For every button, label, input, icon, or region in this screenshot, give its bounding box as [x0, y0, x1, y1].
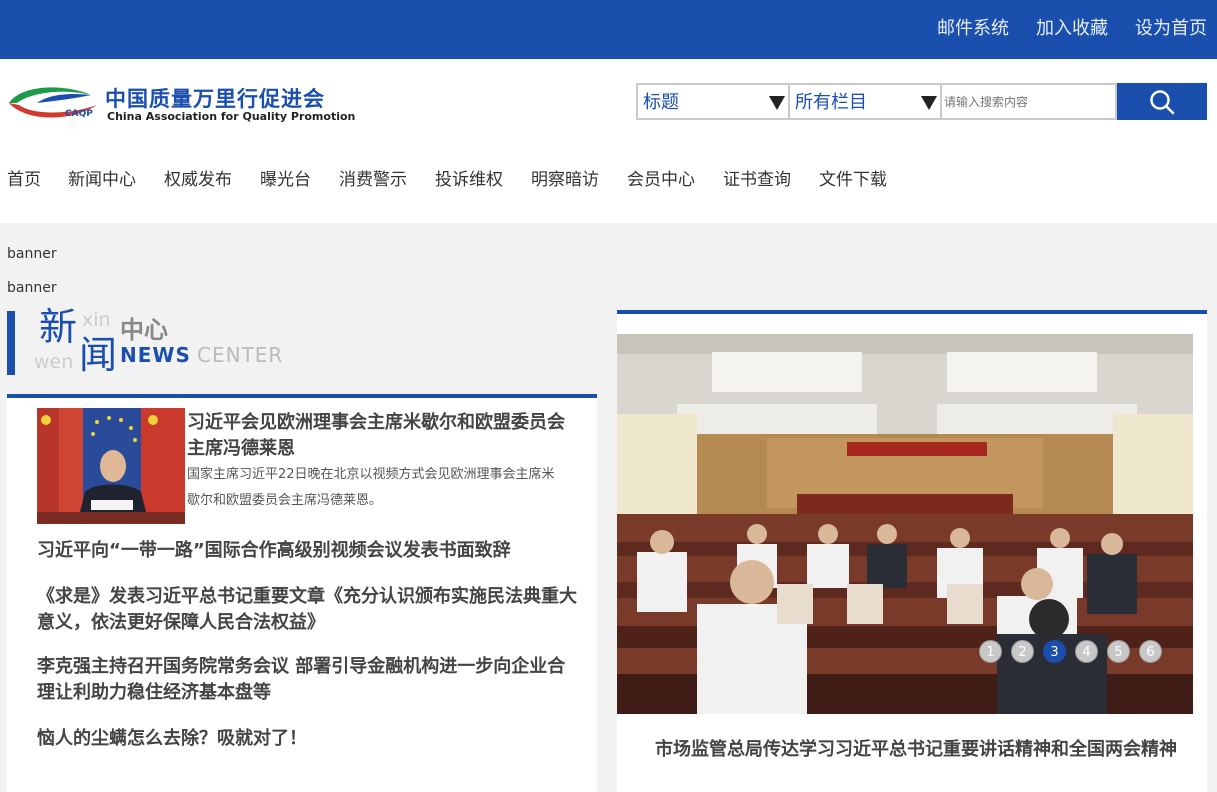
nav-authority[interactable]: 权威发布: [164, 169, 232, 191]
dropdown-arrow-icon: [769, 96, 785, 110]
logo-abbr: CAQP: [65, 109, 93, 119]
search-input[interactable]: [940, 83, 1117, 120]
heading-title-en-news: NEWS: [120, 343, 191, 367]
list-item[interactable]: 习近平向“一带一路”国际合作高级别视频会议发表书面致辞: [37, 538, 577, 564]
nav-news-center[interactable]: 新闻中心: [68, 169, 136, 191]
add-favorite-link[interactable]: 加入收藏: [1036, 17, 1108, 41]
featured-news-title[interactable]: 习近平会见欧洲理事会主席米歇尔和欧盟委员会主席冯德莱恩: [187, 410, 577, 462]
heading-title-en-center: CENTER: [197, 343, 284, 367]
search-field-select[interactable]: 标题: [636, 83, 788, 120]
heading-char-xin: 新: [39, 305, 78, 349]
set-homepage-link[interactable]: 设为首页: [1135, 17, 1207, 41]
featured-news-image[interactable]: [37, 408, 185, 524]
slider-dot-1[interactable]: 1: [979, 640, 1002, 663]
search-button[interactable]: [1117, 83, 1207, 120]
nav-investigation[interactable]: 明察暗访: [531, 169, 599, 191]
slider-pagination: 1 2 3 4 5 6: [979, 640, 1162, 663]
news-list-panel: 习近平会见欧洲理事会主席米歇尔和欧盟委员会主席冯德莱恩 国家主席习近平22日晚在…: [7, 394, 597, 792]
dropdown-arrow-icon: [921, 96, 937, 110]
heading-title-cn: 中心: [120, 316, 168, 344]
slider-caption[interactable]: 市场监管总局传达学习习近平总书记重要讲话精神和全国两会精神: [617, 738, 1193, 762]
logo-name-cn: 中国质量万里行促进会: [105, 87, 325, 111]
header: CAQP 中国质量万里行促进会 China Association for Qu…: [0, 59, 1217, 223]
banner-placeholder: banner: [7, 280, 57, 296]
nav-certificate-query[interactable]: 证书查询: [723, 169, 791, 191]
search-bar: 标题 所有栏目: [636, 83, 1207, 120]
heading-pinyin-wen: wen: [34, 351, 74, 373]
top-bar: 邮件系统 加入收藏 设为首页: [0, 0, 1217, 59]
banner-placeholder: banner: [7, 246, 57, 262]
heading-accent-bar: [7, 311, 15, 375]
search-column-value: 所有栏目: [795, 92, 867, 113]
search-column-select[interactable]: 所有栏目: [788, 83, 940, 120]
main-nav: 首页 新闻中心 权威发布 曝光台 消费警示 投诉维权 明察暗访 会员中心 证书查…: [7, 169, 915, 191]
slider-dot-5[interactable]: 5: [1107, 640, 1130, 663]
news-center-heading: xin wen 新 闻 中心 NEWS CENTER: [7, 305, 307, 377]
search-icon: [1150, 90, 1175, 115]
mail-system-link[interactable]: 邮件系统: [937, 17, 1009, 41]
nav-member-center[interactable]: 会员中心: [627, 169, 695, 191]
search-field-value: 标题: [643, 92, 679, 113]
logo-name-en: China Association for Quality Promotion: [107, 110, 356, 123]
nav-consumer-warning[interactable]: 消费警示: [339, 169, 407, 191]
list-item[interactable]: 《求是》发表习近平总书记重要文章《充分认识颁布实施民法典重大意义，依法更好保障人…: [37, 584, 577, 636]
nav-home[interactable]: 首页: [7, 169, 41, 191]
nav-downloads[interactable]: 文件下载: [819, 169, 887, 191]
list-item[interactable]: 李克强主持召开国务院常务会议 部署引导金融机构进一步向企业合理让利助力稳住经济基…: [37, 654, 577, 706]
featured-photo-icon: [37, 408, 185, 524]
top-links: 邮件系统 加入收藏 设为首页: [937, 17, 1207, 41]
nav-complaints[interactable]: 投诉维权: [435, 169, 503, 191]
slider-dot-3[interactable]: 3: [1043, 640, 1066, 663]
nav-exposure[interactable]: 曝光台: [260, 169, 311, 191]
featured-news-summary: 国家主席习近平22日晚在北京以视频方式会见欧洲理事会主席米歇尔和欧盟委员会主席冯…: [187, 467, 555, 508]
slider-dot-6[interactable]: 6: [1139, 640, 1162, 663]
heading-char-wen: 闻: [79, 333, 118, 377]
photo-slider-panel: 1 2 3 4 5 6 市场监管总局传达学习习近平总书记重要讲话精神和全国两会精…: [617, 310, 1207, 792]
slider-dot-4[interactable]: 4: [1075, 640, 1098, 663]
site-logo[interactable]: CAQP 中国质量万里行促进会 China Association for Qu…: [7, 81, 355, 125]
list-item[interactable]: 恼人的尘螨怎么去除？吸就对了！: [37, 726, 577, 752]
heading-pinyin-xin: xin: [82, 309, 111, 331]
slider-dot-2[interactable]: 2: [1011, 640, 1034, 663]
